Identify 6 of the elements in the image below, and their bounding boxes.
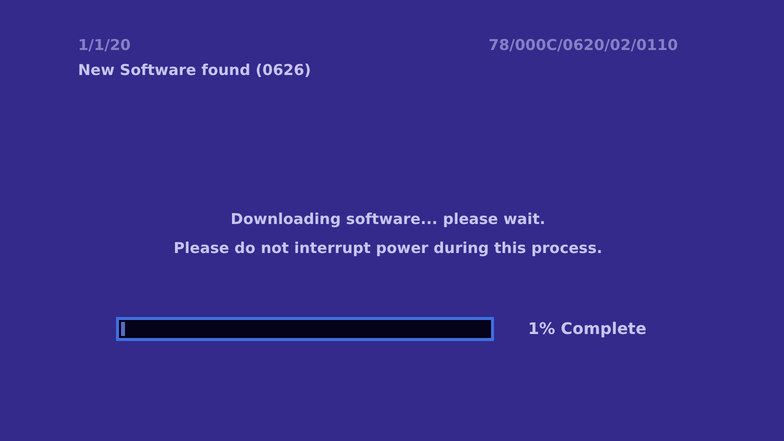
- version-code: 78/000C/0620/02/0110: [488, 35, 678, 56]
- status-title: New Software found (0626): [78, 60, 311, 78]
- message-text: Please do not interrupt power during this process.: [174, 238, 602, 258]
- date-text: 1/1/20: [78, 35, 131, 56]
- progress-reading: 1% Complete: [528, 318, 646, 340]
- message-text: Downloading software... please wait.: [230, 209, 546, 230]
